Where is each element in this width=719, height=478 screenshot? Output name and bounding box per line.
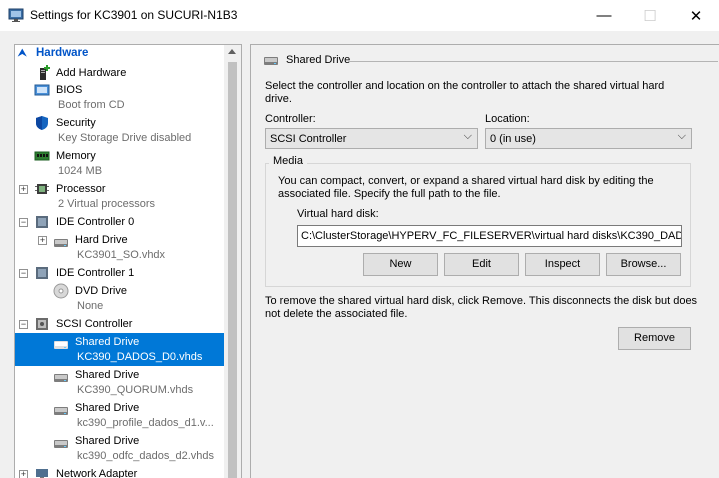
tree-item-shared-drive[interactable]: Shared Drive kc390_profile_dados_d1.v... [15,399,226,432]
vhd-path-field[interactable]: C:\ClusterStorage\HYPERV_FC_FILESERVER\v… [297,225,682,247]
controller-icon [36,267,48,279]
scrollbar-thumb[interactable] [228,62,237,478]
inspect-button[interactable]: Inspect [525,253,600,276]
settings-app-icon [8,8,24,22]
panel-title: Shared Drive [286,54,351,66]
minimize-button[interactable]: — [581,0,627,31]
tree-item-detail: 1024 MB [58,165,103,177]
tree-item-detail: KC390_DADOS_D0.vhds [77,351,203,363]
maximize-button[interactable]: ☐ [627,0,673,31]
tree-item-label: Processor [56,183,106,195]
tree-item-detail: 2 Virtual processors [58,198,156,210]
hard-drive-icon [54,374,68,382]
shield-icon [36,116,48,130]
tree-item-label: Shared Drive [75,336,140,348]
bios-icon [34,84,50,96]
dvd-icon [53,283,69,299]
tree-item-processor[interactable]: + Processor 2 Virtual processors [15,180,226,213]
tree-item-shared-drive[interactable]: Shared Drive kc390_odfc_dados_d2.vhds [15,432,226,465]
expand-icon[interactable]: + [38,236,47,245]
tree-item-label: SCSI Controller [56,318,133,330]
dialog-body: ⮝ Hardware Add Hardware BIOS Boot from C… [0,31,719,478]
close-button[interactable]: ✕ [673,0,719,31]
tree-item-detail: KC390_QUORUM.vhds [77,384,194,396]
controller-select[interactable]: SCSI Controller ⌵ [265,128,478,149]
tree-item-network-adapter[interactable]: + Network Adapter [15,465,226,478]
collapse-icon[interactable]: − [19,269,28,278]
remove-button[interactable]: Remove [618,327,691,350]
tree-item-label: Shared Drive [75,435,140,447]
scroll-up-arrow-icon[interactable] [228,49,236,54]
tree-item-detail: KC3901_SO.vhdx [77,249,166,261]
tree-item-label: Security [56,117,96,129]
media-group-title: Media [269,155,307,167]
hard-drive-icon [54,239,68,247]
shared-drive-panel: Shared Drive Select the controller and l… [250,44,719,478]
network-icon [36,469,48,478]
collapse-chevron-icon[interactable]: ⮝ [18,48,27,59]
tree-item-detail: kc390_odfc_dados_d2.vhds [77,450,214,462]
tree-item-label: IDE Controller 1 [56,267,135,279]
tree-item-security[interactable]: Security Key Storage Drive disabled [15,114,226,147]
tree-item-label: DVD Drive [75,285,127,297]
tree-item-label: Add Hardware [56,67,127,79]
tree-item-shared-drive[interactable]: Shared Drive KC390_QUORUM.vhds [15,366,226,399]
tree-item-detail: Key Storage Drive disabled [58,132,192,144]
tree-item-label: BIOS [56,84,83,96]
tree-scrollbar[interactable] [224,45,241,478]
controller-select-value: SCSI Controller [270,133,347,145]
remove-description: To remove the shared virtual hard disk, … [265,295,698,320]
panel-description: Select the controller and location on th… [265,80,665,105]
tree-item-detail: kc390_profile_dados_d1.v... [77,417,214,429]
title-bar: Settings for KC3901 on SUCURI-N1B3 — ☐ ✕ [0,0,719,31]
media-description: You can compact, convert, or expand a sh… [278,175,654,200]
add-hardware-icon [40,65,50,80]
tree-item-dvd-drive[interactable]: DVD Drive None [15,282,226,315]
memory-icon [34,151,50,161]
tree-item-detail: None [77,300,104,312]
hardware-section-header[interactable]: ⮝ Hardware [15,46,225,62]
collapse-icon[interactable]: − [19,320,28,329]
chevron-down-icon: ⌵ [677,130,686,142]
tree-item-bios[interactable]: BIOS Boot from CD [15,81,226,114]
panel-title-divider [348,61,718,62]
chevron-down-icon: ⌵ [463,130,472,142]
vhd-label: Virtual hard disk: [297,208,379,220]
tree-item-label: Network Adapter [56,468,138,478]
expand-icon[interactable]: + [19,470,28,478]
tree-item-label: Shared Drive [75,402,140,414]
tree-item-label: Shared Drive [75,369,140,381]
location-select[interactable]: 0 (in use) ⌵ [485,128,692,149]
new-button[interactable]: New [363,253,438,276]
processor-icon [35,184,49,194]
hard-drive-icon [54,440,68,448]
tree-item-detail: Boot from CD [58,99,125,111]
hard-drive-icon [54,407,68,415]
location-label: Location: [485,113,530,125]
window-title: Settings for KC3901 on SUCURI-N1B3 [30,8,238,22]
hardware-tree[interactable]: ⮝ Hardware Add Hardware BIOS Boot from C… [14,44,242,478]
expand-icon[interactable]: + [19,185,28,194]
tree-item-shared-drive-selected[interactable]: Shared Drive KC390_DADOS_D0.vhds [15,333,226,366]
controller-icon [36,216,48,228]
tree-item-label: Hard Drive [75,234,128,246]
browse-button[interactable]: Browse... [606,253,681,276]
hard-drive-icon [54,341,68,349]
tree-item-label: IDE Controller 0 [56,216,135,228]
location-select-value: 0 (in use) [490,133,536,145]
hardware-section-label: Hardware [36,47,89,59]
hard-drive-icon [264,57,278,65]
tree-item-memory[interactable]: Memory 1024 MB [15,147,226,180]
tree-item-hard-drive[interactable]: + Hard Drive KC3901_SO.vhdx [15,231,226,264]
controller-label: Controller: [265,113,316,125]
edit-button[interactable]: Edit [444,253,519,276]
tree-item-label: Memory [56,150,96,162]
scsi-icon [36,318,48,330]
collapse-icon[interactable]: − [19,218,28,227]
